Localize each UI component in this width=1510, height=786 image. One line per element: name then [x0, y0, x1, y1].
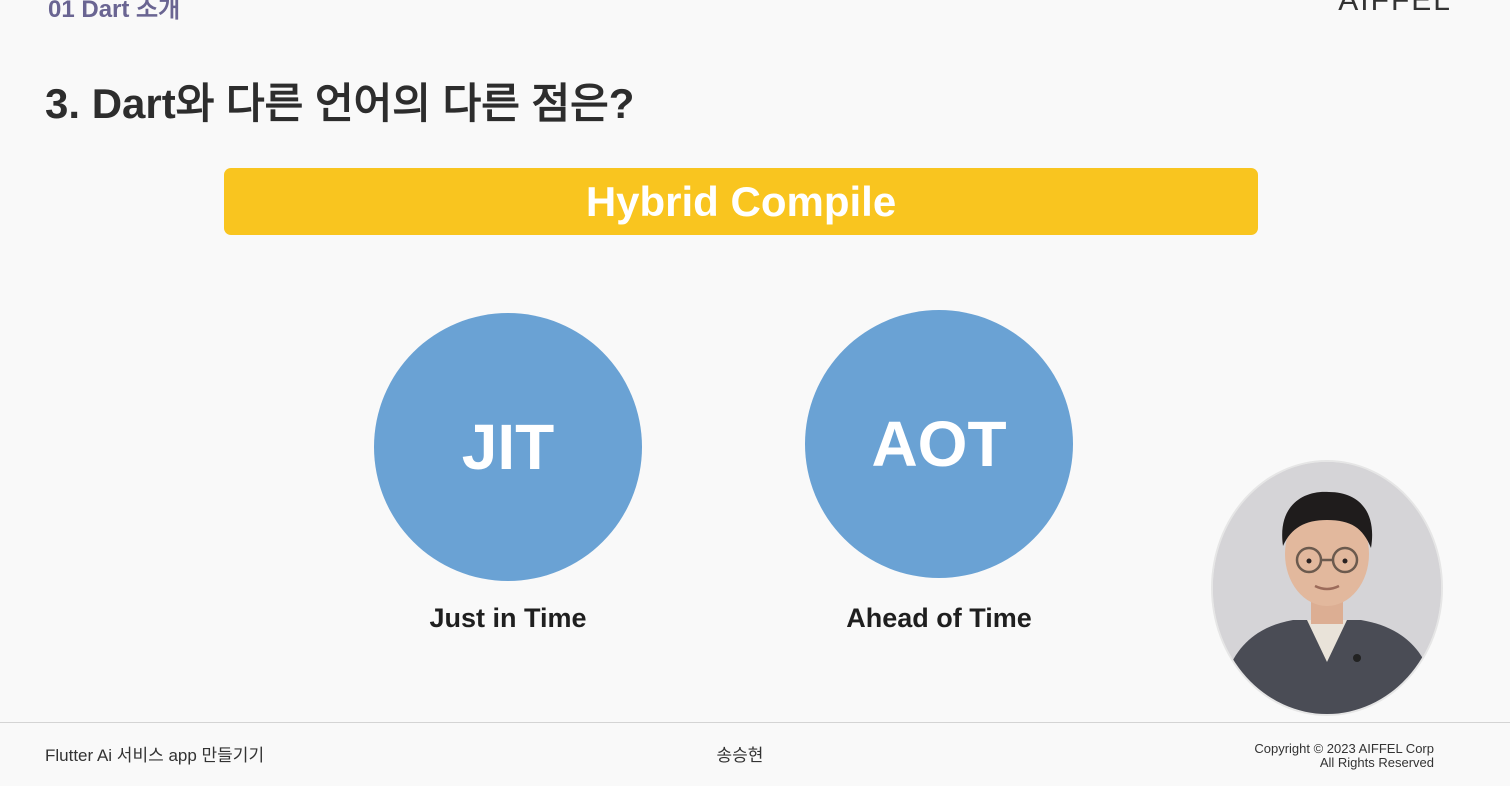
footer-copyright: Copyright © 2023 AIFFEL Corp All Rights …	[1254, 742, 1434, 770]
footer-course-title: Flutter Ai 서비스 app 만들기기	[45, 746, 265, 765]
hybrid-compile-banner: Hybrid Compile	[224, 168, 1258, 235]
brand-logo: AIFFEL	[1338, 0, 1452, 17]
aot-circle: AOT	[805, 310, 1073, 578]
slide-title: 3. Dart와 다른 언어의 다른 점은?	[45, 80, 635, 127]
copyright-line-2: All Rights Reserved	[1319, 755, 1434, 770]
footer-divider	[0, 722, 1510, 723]
jit-caption: Just in Time	[429, 603, 587, 633]
presenter-webcam	[1211, 460, 1443, 716]
copyright-line-1: Copyright © 2023 AIFFEL Corp	[1254, 741, 1434, 756]
section-label: 01 Dart 소개	[48, 0, 181, 23]
aot-label: AOT	[871, 408, 1007, 480]
jit-circle: JIT	[374, 313, 642, 581]
footer-presenter-name: 송승현	[716, 746, 764, 765]
aot-caption: Ahead of Time	[846, 603, 1032, 633]
banner-text: Hybrid Compile	[585, 177, 897, 225]
jit-label: JIT	[461, 411, 555, 483]
presenter-avatar-icon	[1213, 462, 1441, 714]
